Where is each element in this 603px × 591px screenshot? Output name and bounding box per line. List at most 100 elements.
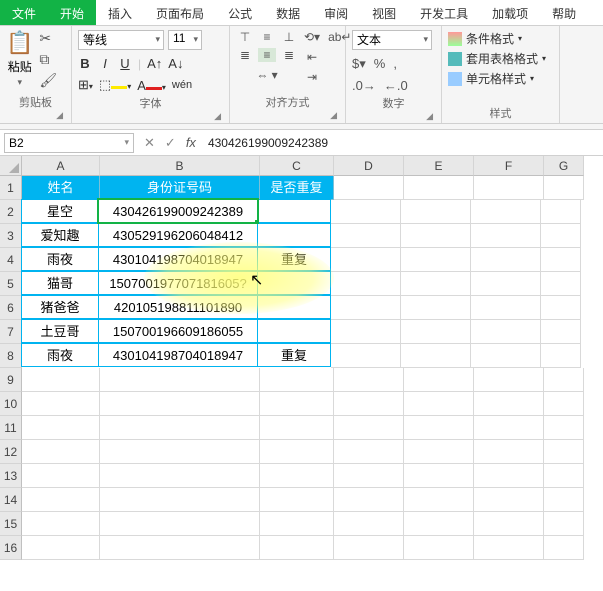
col-header[interactable]: C: [260, 156, 334, 176]
cell[interactable]: [471, 320, 541, 344]
font-color-button[interactable]: A▾: [137, 78, 166, 93]
cell[interactable]: [474, 176, 544, 200]
cell[interactable]: [260, 416, 334, 440]
cell[interactable]: [22, 512, 100, 536]
tab-help[interactable]: 帮助: [540, 0, 588, 25]
cell[interactable]: 430104198704018947: [98, 247, 258, 271]
cell[interactable]: [404, 176, 474, 200]
tab-addins[interactable]: 加载项: [480, 0, 540, 25]
row-header[interactable]: 5: [0, 272, 22, 296]
format-table-button[interactable]: 套用表格格式▾: [448, 50, 546, 67]
tab-review[interactable]: 审阅: [312, 0, 360, 25]
font-launcher-icon[interactable]: ◢: [78, 111, 223, 122]
cell[interactable]: [334, 440, 404, 464]
paste-dropdown-icon[interactable]: ▾: [17, 77, 22, 88]
cell[interactable]: [471, 296, 541, 320]
cell[interactable]: [260, 488, 334, 512]
cell[interactable]: [331, 224, 401, 248]
row-header[interactable]: 10: [0, 392, 22, 416]
cell[interactable]: [541, 248, 581, 272]
cell[interactable]: [260, 440, 334, 464]
cell[interactable]: [334, 536, 404, 560]
cell[interactable]: [260, 512, 334, 536]
align-middle-icon[interactable]: ≡: [258, 30, 276, 44]
cell[interactable]: [474, 440, 544, 464]
cell[interactable]: [541, 200, 581, 224]
underline-button[interactable]: U: [118, 56, 132, 71]
cell[interactable]: [544, 464, 584, 488]
file-tab[interactable]: 文件: [0, 0, 48, 25]
tab-home[interactable]: 开始: [48, 0, 96, 25]
decrease-decimal-icon[interactable]: ←.0: [384, 78, 408, 93]
cell-styles-button[interactable]: 单元格样式▾: [448, 70, 546, 87]
cell[interactable]: [404, 464, 474, 488]
fx-icon[interactable]: fx: [186, 135, 196, 150]
cell[interactable]: [474, 416, 544, 440]
cell[interactable]: 重复: [257, 343, 331, 367]
cell[interactable]: [541, 320, 581, 344]
cell[interactable]: [257, 223, 331, 247]
number-format-select[interactable]: 文本▾: [352, 30, 432, 50]
cell[interactable]: [471, 272, 541, 296]
cell[interactable]: [541, 296, 581, 320]
phonetic-button[interactable]: wén: [172, 79, 192, 91]
cell[interactable]: 430529196206048412: [98, 223, 258, 247]
col-header[interactable]: G: [544, 156, 584, 176]
tab-pagelayout[interactable]: 页面布局: [144, 0, 216, 25]
cell[interactable]: [544, 368, 584, 392]
cell[interactable]: [334, 176, 404, 200]
cell[interactable]: [544, 536, 584, 560]
cell[interactable]: [404, 440, 474, 464]
tab-insert[interactable]: 插入: [96, 0, 144, 25]
cut-icon[interactable]: ✂: [39, 30, 57, 47]
cell[interactable]: [334, 464, 404, 488]
cell[interactable]: [404, 512, 474, 536]
col-header[interactable]: B: [100, 156, 260, 176]
cell[interactable]: 猪爸爸: [21, 295, 99, 319]
cell[interactable]: 猫哥: [21, 271, 99, 295]
merge-cells-button[interactable]: ⇔ ▾: [236, 68, 298, 82]
cell[interactable]: 爱知趣: [21, 223, 99, 247]
cell[interactable]: [544, 512, 584, 536]
cell[interactable]: [544, 440, 584, 464]
tab-formulas[interactable]: 公式: [216, 0, 264, 25]
align-top-icon[interactable]: ⊤: [236, 30, 254, 44]
cell[interactable]: 是否重复: [260, 176, 334, 200]
increase-font-icon[interactable]: A↑: [147, 56, 162, 71]
orientation-icon[interactable]: ⟲▾: [304, 30, 320, 44]
tab-view[interactable]: 视图: [360, 0, 408, 25]
conditional-format-button[interactable]: 条件格式▾: [448, 30, 546, 47]
cell[interactable]: [22, 440, 100, 464]
row-header[interactable]: 2: [0, 200, 22, 224]
cell[interactable]: [401, 272, 471, 296]
cell[interactable]: [260, 392, 334, 416]
cell[interactable]: [541, 272, 581, 296]
align-right-icon[interactable]: ≣: [280, 48, 298, 62]
cell[interactable]: [404, 392, 474, 416]
cell[interactable]: [471, 344, 541, 368]
cell[interactable]: [331, 296, 401, 320]
row-header[interactable]: 11: [0, 416, 22, 440]
align-launcher-icon[interactable]: ◢: [236, 110, 339, 121]
percent-icon[interactable]: %: [374, 56, 386, 72]
cell[interactable]: 星空: [21, 199, 99, 223]
cell[interactable]: [334, 416, 404, 440]
tab-developer[interactable]: 开发工具: [408, 0, 480, 25]
cell[interactable]: [22, 368, 100, 392]
cell[interactable]: [257, 199, 331, 223]
align-left-icon[interactable]: ≣: [236, 48, 254, 62]
cell[interactable]: [334, 368, 404, 392]
row-header[interactable]: 8: [0, 344, 22, 368]
cell[interactable]: [100, 416, 260, 440]
cell[interactable]: [544, 392, 584, 416]
name-box[interactable]: B2▾: [4, 133, 134, 153]
select-all-button[interactable]: [0, 156, 22, 176]
cell[interactable]: [401, 344, 471, 368]
tab-data[interactable]: 数据: [264, 0, 312, 25]
cell[interactable]: [474, 392, 544, 416]
cell[interactable]: [22, 392, 100, 416]
cell[interactable]: [404, 488, 474, 512]
cell[interactable]: [471, 200, 541, 224]
cell[interactable]: [401, 248, 471, 272]
cell[interactable]: [541, 224, 581, 248]
